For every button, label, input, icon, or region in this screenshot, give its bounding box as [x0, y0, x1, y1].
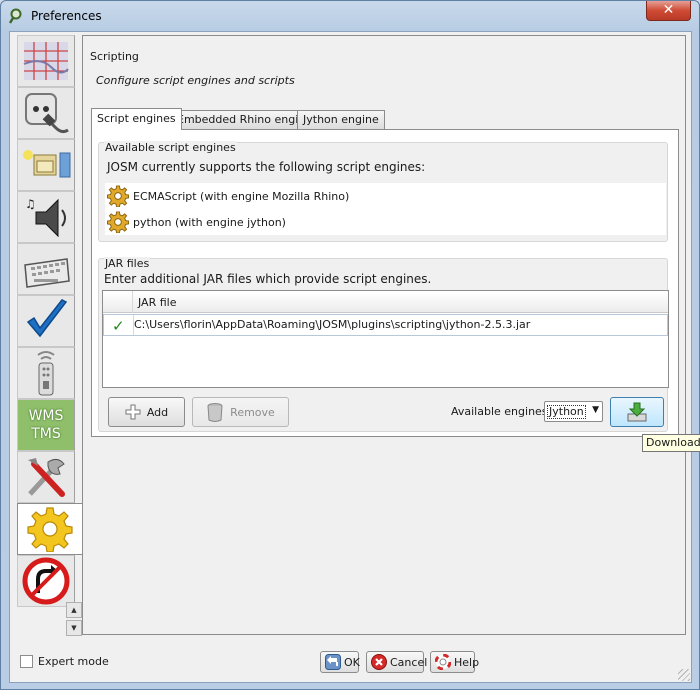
- josm-app-icon: [9, 8, 22, 24]
- sidebar-item-connection[interactable]: [17, 87, 75, 139]
- help-label: Help: [454, 655, 480, 669]
- cancel-button[interactable]: Cancel: [366, 651, 428, 673]
- no-turn-icon: [22, 557, 70, 605]
- gear-icon: [107, 185, 129, 207]
- scroll-up-button[interactable]: ▲: [66, 602, 82, 618]
- gear-icon: [27, 507, 73, 552]
- preferences-sidebar: ♫ WMS TMS: [17, 35, 82, 607]
- sidebar-item-remote-control[interactable]: [17, 347, 75, 399]
- dialog-body: ♫ WMS TMS ▲ ▼ Scripting Configure script…: [9, 31, 692, 683]
- remote-icon: [37, 351, 55, 396]
- expert-mode-label: Expert mode: [38, 655, 109, 668]
- plug-icon: [25, 93, 69, 134]
- svg-text:♫: ♫: [25, 197, 36, 211]
- sidebar-item-turn-restrictions[interactable]: [17, 555, 75, 607]
- tab-script-engines[interactable]: Script engines: [91, 108, 182, 130]
- expert-mode-checkbox[interactable]: Expert mode: [20, 655, 109, 668]
- table-header: JAR file: [103, 291, 668, 313]
- tab-embedded-rhino-engine[interactable]: Embedded Rhino engine: [171, 110, 319, 129]
- tms-label: TMS: [31, 426, 61, 442]
- jar-files-table[interactable]: JAR file ✓ C:\Users\florin\AppData\Roami…: [102, 290, 669, 388]
- tab-jython-engine[interactable]: Jython engine: [297, 110, 385, 129]
- engines-intro-text: JOSM currently supports the following sc…: [107, 160, 426, 174]
- trash-icon: [206, 402, 224, 422]
- available-engines-label: Available script engines: [104, 141, 237, 154]
- download-engine-button[interactable]: [610, 397, 664, 427]
- scripting-preferences-panel: Scripting Configure script engines and s…: [82, 35, 686, 635]
- engine-item-python: python (with engine jython): [107, 210, 286, 234]
- cancel-icon: [371, 654, 387, 670]
- sidebar-item-scripting[interactable]: [17, 503, 82, 555]
- available-engines-group: Available script engines JOSM currently …: [98, 141, 668, 242]
- table-row[interactable]: ✓ C:\Users\florin\AppData\Roaming\JOSM\p…: [103, 314, 668, 336]
- section-description: Configure script engines and scripts: [96, 74, 295, 87]
- jar-files-label: JAR files: [104, 257, 151, 270]
- engine-label: python (with engine jython): [133, 215, 286, 229]
- lifebuoy-icon: [435, 654, 451, 670]
- title-bar[interactable]: Preferences ✕: [1, 1, 699, 31]
- valid-check-icon: ✓: [112, 317, 125, 335]
- section-title: Scripting: [90, 50, 139, 63]
- preferences-window: Preferences ✕ ♫ WMS TMS ▲ ▼ Scripting Co…: [0, 0, 700, 690]
- checkmark-icon: [26, 299, 68, 338]
- engine-item-ecmascript: ECMAScript (with engine Mozilla Rhino): [107, 184, 349, 208]
- close-window-button[interactable]: ✕: [646, 1, 691, 21]
- sidebar-scrollbar[interactable]: ▲ ▼: [66, 602, 82, 636]
- sidebar-item-advanced[interactable]: [17, 451, 75, 503]
- remove-button-label: Remove: [230, 405, 275, 419]
- window-title: Preferences: [31, 9, 102, 23]
- keyboard-icon: [24, 258, 70, 288]
- jar-file-column-header[interactable]: JAR file: [138, 296, 176, 309]
- download-icon: [627, 402, 647, 422]
- wms-tms-icon: WMS TMS: [29, 407, 64, 443]
- sidebar-item-audio[interactable]: ♫: [17, 191, 75, 243]
- engine-list: ECMAScript (with engine Mozilla Rhino) p…: [105, 183, 666, 235]
- status-column-header[interactable]: [103, 291, 133, 313]
- cancel-label: Cancel: [390, 655, 428, 669]
- ok-label: OK: [344, 655, 360, 669]
- help-button[interactable]: Help: [430, 651, 479, 673]
- engine-label: ECMAScript (with engine Mozilla Rhino): [133, 189, 350, 203]
- sidebar-item-validator[interactable]: [17, 295, 75, 347]
- sidebar-item-imagery[interactable]: WMS TMS: [17, 399, 75, 451]
- sidebar-item-shortcuts[interactable]: [17, 243, 75, 295]
- ok-icon: [325, 654, 341, 670]
- jar-files-intro-text: Enter additional JAR files which provide…: [104, 272, 432, 286]
- sidebar-item-display[interactable]: [17, 139, 75, 191]
- script-engines-tab-content: Available script engines JOSM currently …: [91, 129, 679, 437]
- sidebar-item-map-grid[interactable]: [17, 35, 75, 87]
- map-grid-icon: [23, 42, 69, 80]
- gear-icon: [107, 211, 129, 233]
- available-engines-select[interactable]: Jython ▼: [544, 401, 603, 422]
- ok-button[interactable]: OK: [320, 651, 360, 673]
- remove-button[interactable]: Remove: [192, 397, 289, 427]
- wms-label: WMS: [28, 408, 64, 424]
- resize-grip[interactable]: [678, 669, 690, 681]
- download-tooltip: Download: [642, 434, 700, 452]
- plus-icon: [125, 404, 141, 420]
- chevron-down-icon: ▼: [592, 405, 599, 415]
- checkbox-box[interactable]: [20, 655, 33, 668]
- tools-icon: [28, 458, 65, 497]
- selected-engine-value: Jython: [547, 405, 586, 419]
- speaker-icon: ♫: [25, 197, 66, 238]
- jar-files-group: JAR files Enter additional JAR files whi…: [98, 257, 669, 432]
- available-engines-combo-label: Available engines:: [451, 405, 552, 418]
- folder-icon: [23, 150, 71, 178]
- add-button[interactable]: Add: [108, 397, 185, 427]
- jar-path-cell[interactable]: C:\Users\florin\AppData\Roaming\JOSM\plu…: [134, 318, 530, 331]
- scroll-down-button[interactable]: ▼: [66, 620, 82, 636]
- add-button-label: Add: [146, 405, 169, 419]
